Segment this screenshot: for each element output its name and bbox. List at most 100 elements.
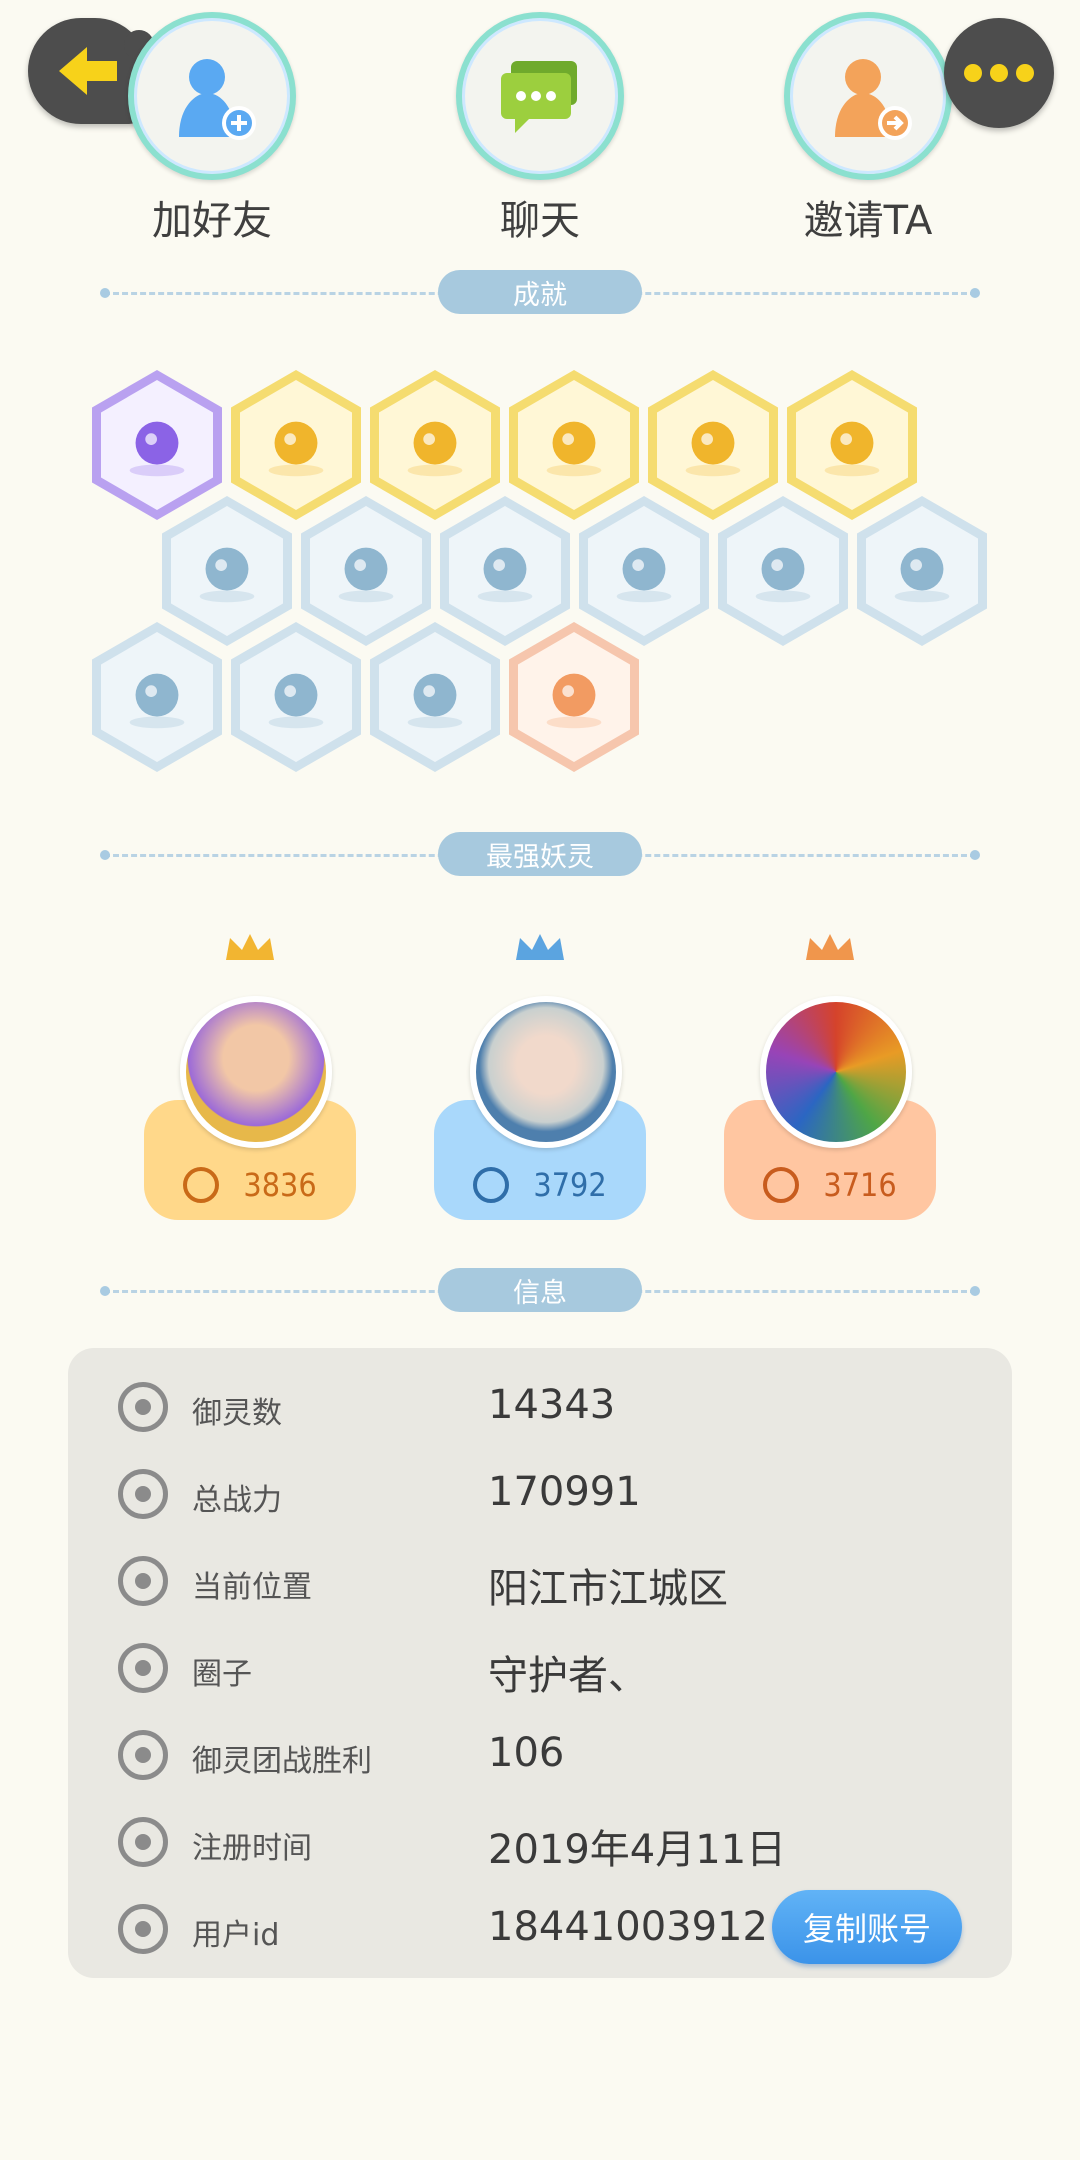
more-options-button[interactable] bbox=[944, 18, 1054, 128]
achievement-badge[interactable] bbox=[301, 496, 431, 646]
achievement-badge-inner bbox=[657, 380, 769, 510]
achievement-badge-inner bbox=[518, 632, 630, 762]
info-value: 106 bbox=[488, 1730, 565, 1776]
achievement-badge[interactable] bbox=[231, 370, 361, 520]
achievement-badge-inner bbox=[379, 380, 491, 510]
achievements-section-title: 成就 bbox=[438, 270, 642, 314]
top-spirit-card[interactable]: 3716 bbox=[724, 930, 936, 1220]
more-dot-icon bbox=[1016, 64, 1034, 82]
top-spirits-section-title: 最强妖灵 bbox=[438, 832, 642, 876]
top-spirit-card[interactable]: 3836 bbox=[144, 930, 356, 1220]
add-friend-icon bbox=[179, 59, 256, 140]
achievement-badge[interactable] bbox=[509, 370, 639, 520]
cat-spirit-icon bbox=[755, 547, 811, 603]
copy-account-button[interactable]: 复制账号 bbox=[772, 1890, 962, 1964]
info-row-spirit-count: 御灵数 14343 bbox=[68, 1368, 1012, 1448]
chat-bubble-icon bbox=[501, 61, 577, 133]
crystal-icon bbox=[477, 547, 533, 603]
achievement-badge[interactable] bbox=[92, 370, 222, 520]
info-row-user-id: 用户id 18441003912 复制账号 bbox=[68, 1890, 1012, 1970]
more-dot-icon bbox=[964, 64, 982, 82]
info-label: 御灵数 bbox=[192, 1396, 282, 1431]
open-book-icon bbox=[824, 421, 880, 477]
achievement-badge-inner bbox=[101, 380, 213, 510]
achievement-badge-inner bbox=[518, 380, 630, 510]
info-value: 2019年4月11日 bbox=[488, 1827, 787, 1873]
top-spirit-card[interactable]: 3792 bbox=[434, 930, 646, 1220]
achievement-badge-inner bbox=[588, 506, 700, 636]
info-label: 总战力 bbox=[192, 1483, 282, 1518]
shoe-icon bbox=[199, 547, 255, 603]
info-value: 守护者、 bbox=[488, 1653, 648, 1699]
info-panel: 御灵数 14343 总战力 170991 当前位置 阳江市江城区 圈子 守护者、… bbox=[68, 1348, 1012, 1978]
chat-button[interactable]: 聊天 bbox=[430, 12, 650, 246]
info-section-title: 信息 bbox=[438, 1268, 642, 1312]
spirit-power-value: 3716 bbox=[823, 1166, 897, 1204]
blue-crown-icon bbox=[516, 934, 564, 960]
achievement-badge[interactable] bbox=[440, 496, 570, 646]
combat-power-icon bbox=[118, 1469, 168, 1519]
stroller-cat-icon bbox=[546, 673, 602, 729]
info-row-team-battle-wins: 御灵团战胜利 106 bbox=[68, 1716, 1012, 1796]
add-friend-button[interactable]: 加好友 bbox=[102, 12, 322, 246]
achievement-badge-inner bbox=[171, 506, 283, 636]
invite-icon-circle bbox=[784, 12, 952, 180]
achievement-badge[interactable] bbox=[162, 496, 292, 646]
spirit-power: 3836 bbox=[144, 1166, 356, 1204]
achievement-badge-inner bbox=[796, 380, 908, 510]
achievement-badge[interactable] bbox=[509, 622, 639, 772]
sun-orb-icon bbox=[268, 421, 324, 477]
info-label: 御灵团战胜利 bbox=[192, 1744, 372, 1779]
info-label: 用户id bbox=[192, 1918, 280, 1953]
info-divider: 信息 bbox=[100, 1268, 980, 1314]
horned-spirit-icon bbox=[268, 673, 324, 729]
orange-crown-icon bbox=[806, 934, 854, 960]
clock-icon bbox=[118, 1817, 168, 1867]
achievement-badge[interactable] bbox=[857, 496, 987, 646]
location-icon bbox=[118, 1556, 168, 1606]
achievement-badge[interactable] bbox=[92, 622, 222, 772]
info-label: 注册时间 bbox=[192, 1831, 312, 1866]
achievement-badge[interactable] bbox=[648, 370, 778, 520]
info-row-register-date: 注册时间 2019年4月11日 bbox=[68, 1803, 1012, 1883]
sword-icon bbox=[763, 1167, 800, 1203]
achievement-badge[interactable] bbox=[370, 370, 500, 520]
spirit-avatar bbox=[470, 996, 622, 1148]
shield-icon bbox=[129, 673, 185, 729]
spirit-power-value: 3836 bbox=[243, 1166, 317, 1204]
achievement-badge-inner bbox=[240, 632, 352, 762]
achievement-badge[interactable] bbox=[370, 622, 500, 772]
achievement-badge-inner bbox=[449, 506, 561, 636]
achievement-badge[interactable] bbox=[231, 622, 361, 772]
info-row-total-power: 总战力 170991 bbox=[68, 1455, 1012, 1535]
info-value: 170991 bbox=[488, 1469, 641, 1515]
info-row-circle: 圈子 守护者、 bbox=[68, 1629, 1012, 1709]
invite-label: 邀请TA bbox=[803, 198, 933, 244]
invite-button[interactable]: 邀请TA bbox=[758, 12, 978, 246]
add-friend-icon-circle bbox=[128, 12, 296, 180]
achievement-badge[interactable] bbox=[787, 370, 917, 520]
moon-icon bbox=[338, 547, 394, 603]
cat-face-icon bbox=[129, 421, 185, 477]
more-dot-icon bbox=[990, 64, 1008, 82]
sword-icon bbox=[473, 1167, 510, 1203]
top-spirits-divider: 最强妖灵 bbox=[100, 832, 980, 878]
top-actions-bar: 加好友 聊天 邀请TA bbox=[0, 0, 1080, 244]
info-label: 当前位置 bbox=[192, 1570, 312, 1605]
chat-label: 聊天 bbox=[500, 198, 580, 244]
yin-yang-comet-icon bbox=[546, 421, 602, 477]
achievement-badge[interactable] bbox=[718, 496, 848, 646]
achievements-divider: 成就 bbox=[100, 270, 980, 316]
achievement-badge-inner bbox=[310, 506, 422, 636]
yin-yang-card-icon bbox=[685, 421, 741, 477]
spirit-power: 3792 bbox=[434, 1166, 646, 1204]
achievement-badge-inner bbox=[101, 632, 213, 762]
info-row-location: 当前位置 阳江市江城区 bbox=[68, 1542, 1012, 1622]
achievement-badge[interactable] bbox=[579, 496, 709, 646]
achievement-badge-inner bbox=[727, 506, 839, 636]
spirit-avatar bbox=[760, 996, 912, 1148]
spirit-power: 3716 bbox=[724, 1166, 936, 1204]
achievement-badge-inner bbox=[379, 632, 491, 762]
info-value: 18441003912 bbox=[488, 1904, 768, 1950]
spirit-power-value: 3792 bbox=[533, 1166, 607, 1204]
